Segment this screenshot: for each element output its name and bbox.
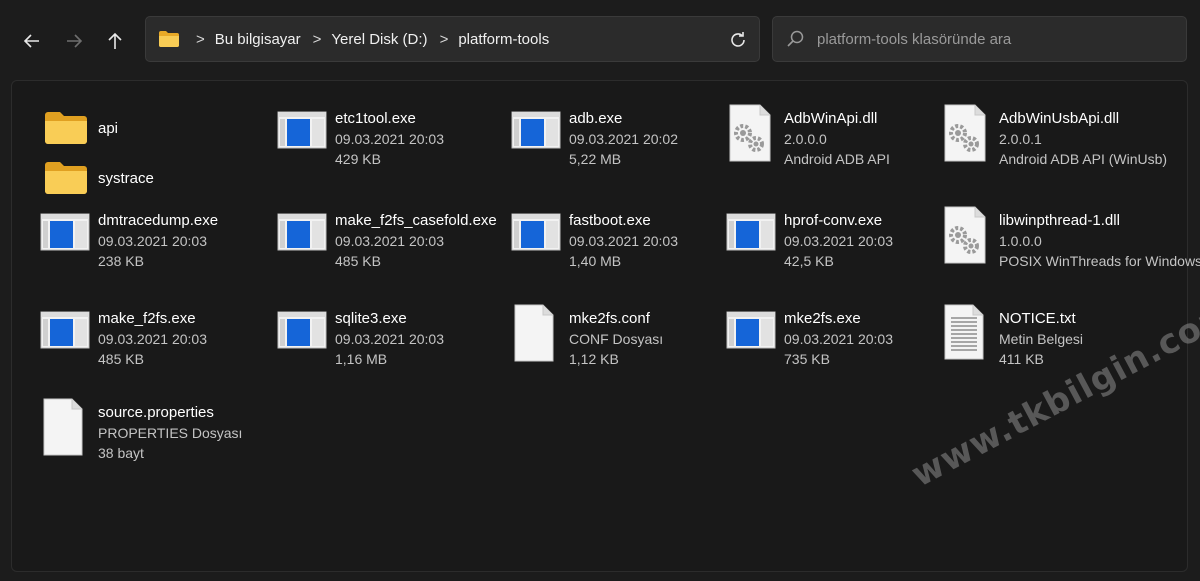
file-name: mke2fs.conf xyxy=(569,310,650,327)
file-name: AdbWinApi.dll xyxy=(784,110,878,127)
application-icon xyxy=(511,111,561,149)
arrow-up-icon xyxy=(108,32,122,49)
application-icon xyxy=(511,213,561,251)
file-detail: 2.0.0.1 xyxy=(999,131,1042,147)
breadcrumb-item[interactable]: Yerel Disk (D:) xyxy=(331,31,427,48)
file-name: api xyxy=(98,120,119,137)
file-detail: 09.03.2021 20:03 xyxy=(569,233,678,249)
file-name: etc1tool.exe xyxy=(335,110,416,127)
search-icon xyxy=(787,30,804,47)
folder-icon xyxy=(45,162,87,194)
breadcrumb-item[interactable]: platform-tools xyxy=(458,31,549,48)
settings-file-icon xyxy=(944,206,986,264)
arrow-left-icon xyxy=(23,34,39,48)
toolbar: > Bu bilgisayar > Yerel Disk (D:) > plat… xyxy=(0,0,1200,80)
file-detail: 09.03.2021 20:03 xyxy=(784,331,893,347)
file-detail: POSIX WinThreads for Windows xyxy=(999,253,1200,269)
back-button[interactable] xyxy=(18,27,46,55)
chevron-right-icon: > xyxy=(196,30,205,48)
file-detail: 429 KB xyxy=(335,151,381,167)
settings-file-icon xyxy=(729,104,771,162)
file-detail: 485 KB xyxy=(98,351,144,367)
forward-button[interactable] xyxy=(60,27,88,55)
file-item[interactable]: AdbWinUsbApi.dll 2.0.0.1 Android ADB API (… xyxy=(941,104,1167,180)
file-detail: 09.03.2021 20:02 xyxy=(569,131,678,147)
file-detail: 5,22 MB xyxy=(569,151,622,167)
file-detail: CONF Dosyası xyxy=(569,331,664,347)
file-detail: 1.0.0.0 xyxy=(999,233,1042,249)
application-icon xyxy=(277,311,327,349)
blank-file-icon xyxy=(43,398,83,456)
application-icon xyxy=(726,311,776,349)
file-item[interactable]: libwinpthread-1.dll 1.0.0.0 POSIX WinThrea… xyxy=(941,206,1200,282)
file-name: dmtracedump.exe xyxy=(98,212,219,229)
file-item[interactable]: AdbWinApi.dll 2.0.0.0 Android ADB API xyxy=(726,104,946,180)
file-item[interactable]: mke2fs.conf CONF Dosyası 1,12 KB xyxy=(511,304,731,380)
file-item[interactable]: fastboot.exe 09.03.2021 20:03 1,40 MB xyxy=(511,212,731,282)
application-icon xyxy=(40,213,90,251)
file-name: make_f2fs.exe xyxy=(98,310,196,327)
file-item[interactable]: adb.exe 09.03.2021 20:02 5,22 MB xyxy=(511,110,731,180)
file-name: sqlite3.exe xyxy=(335,310,407,327)
file-detail: Android ADB API (WinUsb) xyxy=(999,151,1168,167)
text-file-icon xyxy=(944,304,984,360)
file-detail: 09.03.2021 20:03 xyxy=(335,331,444,347)
file-detail: 38 bayt xyxy=(98,445,144,461)
file-detail: Android ADB API xyxy=(784,151,890,167)
file-detail: 09.03.2021 20:03 xyxy=(98,331,207,347)
folder-icon xyxy=(45,112,87,144)
file-item[interactable]: source.properties PROPERTIES Dosyası 38 ba… xyxy=(40,398,260,474)
file-detail: 1,16 MB xyxy=(335,351,388,367)
file-name: AdbWinUsbApi.dll xyxy=(999,110,1120,127)
folder-icon xyxy=(159,31,179,47)
file-detail: 735 KB xyxy=(784,351,830,367)
file-name: NOTICE.txt xyxy=(999,310,1076,327)
search-box[interactable]: platform-tools klasöründe ara xyxy=(772,16,1187,62)
refresh-icon[interactable] xyxy=(727,29,749,51)
file-name: systrace xyxy=(98,170,154,187)
file-name: adb.exe xyxy=(569,110,623,127)
file-name: make_f2fs_casefold.exe xyxy=(335,212,497,229)
file-detail: 09.03.2021 20:03 xyxy=(335,131,444,147)
file-name: fastboot.exe xyxy=(569,212,651,229)
file-name: libwinpthread-1.dll xyxy=(999,212,1120,229)
file-detail: 42,5 KB xyxy=(784,253,834,269)
file-detail: PROPERTIES Dosyası xyxy=(98,425,243,441)
file-detail: 09.03.2021 20:03 xyxy=(784,233,893,249)
file-detail: 411 KB xyxy=(999,351,1044,367)
file-detail: 09.03.2021 20:03 xyxy=(335,233,444,249)
blank-file-icon xyxy=(514,304,554,362)
file-item[interactable]: make_f2fs_casefold.exe 09.03.2021 20:03 48… xyxy=(277,212,497,282)
file-name: source.properties xyxy=(98,404,214,421)
chevron-right-icon: > xyxy=(312,30,322,48)
up-button[interactable] xyxy=(101,27,129,55)
file-detail: 238 KB xyxy=(98,253,144,269)
application-icon xyxy=(277,111,327,149)
file-item[interactable]: dmtracedump.exe 09.03.2021 20:03 238 KB xyxy=(40,212,260,282)
file-detail: 1,12 KB xyxy=(569,351,619,367)
file-item[interactable]: sqlite3.exe 09.03.2021 20:03 1,16 MB xyxy=(277,310,497,380)
chevron-right-icon: > xyxy=(439,30,449,48)
address-bar[interactable]: > Bu bilgisayar > Yerel Disk (D:) > plat… xyxy=(145,16,760,62)
application-icon xyxy=(277,213,327,251)
file-item[interactable]: hprof-conv.exe 09.03.2021 20:03 42,5 KB xyxy=(726,212,946,282)
search-placeholder: platform-tools klasöründe ara xyxy=(817,30,1012,48)
file-detail: 2.0.0.0 xyxy=(784,131,827,147)
application-icon xyxy=(726,213,776,251)
arrow-right-icon xyxy=(67,34,83,48)
file-detail: 485 KB xyxy=(335,253,381,269)
breadcrumb-item[interactable]: Bu bilgisayar xyxy=(215,31,301,48)
file-name: mke2fs.exe xyxy=(784,310,861,327)
file-item[interactable]: make_f2fs.exe 09.03.2021 20:03 485 KB xyxy=(40,310,260,380)
settings-file-icon xyxy=(944,104,986,162)
file-detail: Metin Belgesi xyxy=(999,331,1084,347)
application-icon xyxy=(40,311,90,349)
file-detail: 1,40 MB xyxy=(569,253,622,269)
file-item[interactable]: mke2fs.exe 09.03.2021 20:03 735 KB xyxy=(726,310,946,380)
file-name: hprof-conv.exe xyxy=(784,212,883,229)
file-detail: 09.03.2021 20:03 xyxy=(98,233,207,249)
file-item[interactable]: etc1tool.exe 09.03.2021 20:03 429 KB xyxy=(277,110,497,180)
